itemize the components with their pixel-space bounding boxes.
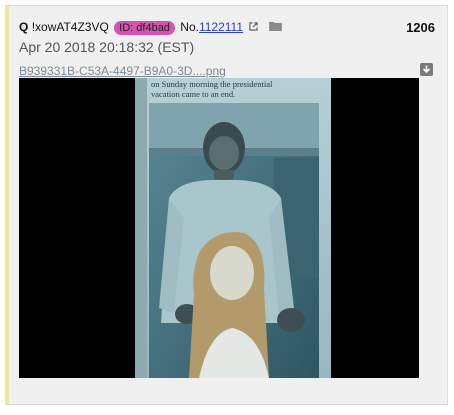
external-link-icon[interactable]: [249, 22, 258, 31]
newspaper-photo: on Sunday morning the presidential vacat…: [19, 78, 419, 378]
image-caption-line-1: on Sunday morning the presidential: [151, 79, 273, 89]
file-name-link[interactable]: B939331B-C53A-4497-B9A0-3D....png: [19, 64, 226, 78]
post-image[interactable]: on Sunday morning the presidential vacat…: [19, 78, 419, 378]
post-number-link[interactable]: 1122111: [199, 20, 243, 34]
author-name: Q: [19, 20, 29, 34]
download-icon[interactable]: [420, 63, 433, 76]
girl-face: [210, 246, 254, 300]
post-timestamp: Apr 20 2018 20:18:32 (EST): [19, 39, 195, 55]
folder-icon[interactable]: [268, 21, 282, 31]
post-number-label: No.: [180, 20, 199, 34]
post-card: Q !xowAT4Z3VQ ID: df4bad No.1122111 1206…: [5, 5, 448, 405]
post-header: Q !xowAT4Z3VQ ID: df4bad No.1122111: [19, 20, 282, 35]
tripcode: !xowAT4Z3VQ: [31, 20, 109, 34]
id-badge[interactable]: ID: df4bad: [114, 21, 175, 35]
post-index: 1206: [406, 20, 435, 35]
image-caption-line-2: vacation came to an end.: [151, 89, 235, 99]
